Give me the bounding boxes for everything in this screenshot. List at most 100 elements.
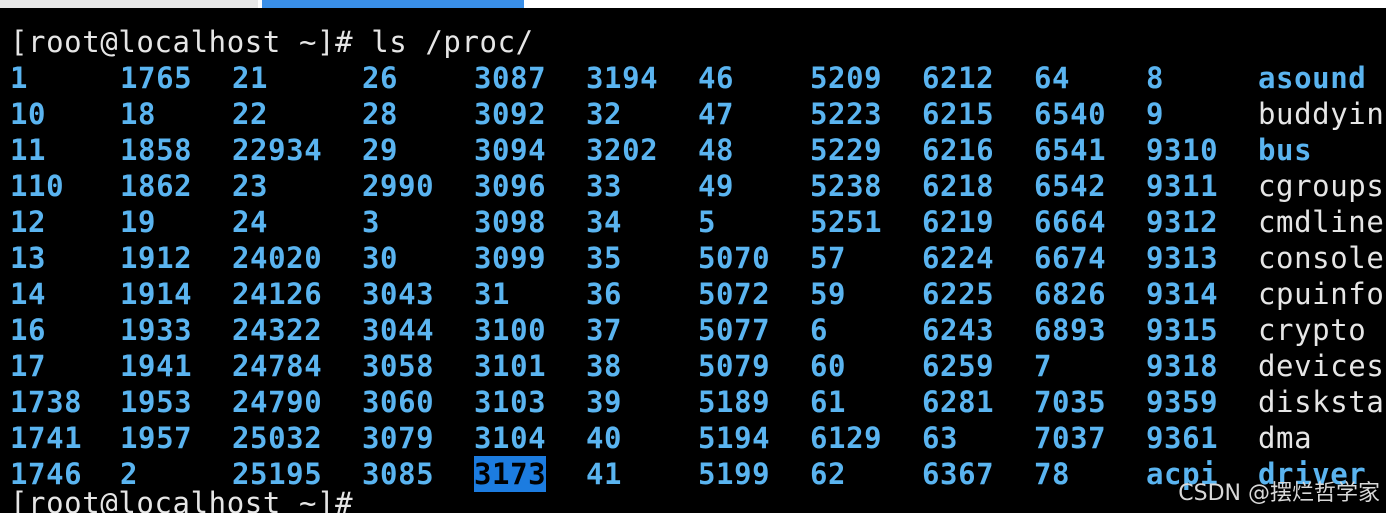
directory-entry: 6216 xyxy=(922,133,995,167)
directory-entry: 6540 xyxy=(1034,97,1107,131)
directory-entry: 9313 xyxy=(1146,241,1219,275)
directory-entry: 9311 xyxy=(1146,169,1219,203)
directory-entry: 12 xyxy=(10,205,47,239)
directory-entry: 64 xyxy=(1034,61,1071,95)
directory-entry: 24784 xyxy=(232,349,323,383)
directory-entry: 1953 xyxy=(120,385,193,419)
directory-entry: 34 xyxy=(586,205,623,239)
file-entry: cpuinfo xyxy=(1258,277,1385,311)
directory-entry: 3098 xyxy=(474,205,547,239)
window-tab-strip xyxy=(0,0,1386,8)
directory-entry: 3099 xyxy=(474,241,547,275)
directory-entry: 41 xyxy=(586,457,623,491)
directory-entry: 1941 xyxy=(120,349,193,383)
directory-entry: asound xyxy=(1258,61,1367,95)
directory-entry: 5 xyxy=(698,205,717,239)
directory-entry: 6281 xyxy=(922,385,995,419)
directory-entry: 16 xyxy=(10,313,47,347)
directory-entry: 9310 xyxy=(1146,133,1219,167)
directory-entry: 6259 xyxy=(922,349,995,383)
directory-entry: 7037 xyxy=(1034,421,1107,455)
directory-entry: 39 xyxy=(586,385,623,419)
file-entry: dma xyxy=(1258,421,1313,455)
directory-entry: 25032 xyxy=(232,421,323,455)
directory-entry: 35 xyxy=(586,241,623,275)
directory-entry: 6664 xyxy=(1034,205,1107,239)
directory-entry: 29 xyxy=(362,133,399,167)
directory-entry: 38 xyxy=(586,349,623,383)
directory-entry: 60 xyxy=(810,349,847,383)
directory-entry: 1862 xyxy=(120,169,193,203)
directory-entry: 1912 xyxy=(120,241,193,275)
directory-entry: 9314 xyxy=(1146,277,1219,311)
directory-entry: 5070 xyxy=(698,241,771,275)
directory-entry: 3103 xyxy=(474,385,547,419)
directory-entry: 3173 xyxy=(474,456,547,492)
directory-entry: 24 xyxy=(232,205,269,239)
next-prompt[interactable]: [root@localhost ~]# xyxy=(10,485,371,513)
directory-entry: 14 xyxy=(10,277,47,311)
active-session-tab[interactable] xyxy=(262,0,524,8)
session-tab[interactable] xyxy=(0,0,258,8)
directory-entry: 36 xyxy=(586,277,623,311)
directory-entry: 6212 xyxy=(922,61,995,95)
directory-entry: 3058 xyxy=(362,349,435,383)
directory-entry: 21 xyxy=(232,61,269,95)
directory-entry: 6215 xyxy=(922,97,995,131)
directory-entry: 24020 xyxy=(232,241,323,275)
directory-entry: 5229 xyxy=(810,133,883,167)
directory-entry: 5223 xyxy=(810,97,883,131)
directory-entry: 1 xyxy=(10,61,29,95)
directory-entry: 6541 xyxy=(1034,133,1107,167)
directory-entry: 3079 xyxy=(362,421,435,455)
directory-entry: 28 xyxy=(362,97,399,131)
directory-entry: 1738 xyxy=(10,385,83,419)
directory-entry: 5189 xyxy=(698,385,771,419)
file-entry: crypto xyxy=(1258,313,1367,347)
directory-entry: 9 xyxy=(1146,97,1165,131)
directory-entry: 3043 xyxy=(362,277,435,311)
command-line: [root@localhost ~]# ls /proc/ xyxy=(10,25,534,59)
directory-entry: 62 xyxy=(810,457,847,491)
directory-entry: 5072 xyxy=(698,277,771,311)
directory-entry: 6225 xyxy=(922,277,995,311)
directory-entry: 1765 xyxy=(120,61,193,95)
directory-entry: 5194 xyxy=(698,421,771,455)
directory-entry: 22934 xyxy=(232,133,323,167)
directory-entry: 9359 xyxy=(1146,385,1219,419)
directory-entry: 6129 xyxy=(810,421,883,455)
directory-entry: 6542 xyxy=(1034,169,1107,203)
directory-entry: 48 xyxy=(698,133,735,167)
directory-entry: 1957 xyxy=(120,421,193,455)
directory-entry: 5209 xyxy=(810,61,883,95)
directory-entry: 3060 xyxy=(362,385,435,419)
directory-entry: 6224 xyxy=(922,241,995,275)
directory-entry: 49 xyxy=(698,169,735,203)
directory-entry: 8 xyxy=(1146,61,1165,95)
directory-entry: bus xyxy=(1258,133,1313,167)
directory-entry: 63 xyxy=(922,421,959,455)
directory-entry: 2990 xyxy=(362,169,435,203)
directory-entry: 10 xyxy=(10,97,47,131)
directory-entry: 5199 xyxy=(698,457,771,491)
directory-entry: 3104 xyxy=(474,421,547,455)
directory-entry: 3194 xyxy=(586,61,659,95)
directory-entry: 32 xyxy=(586,97,623,131)
file-entry: disksta xyxy=(1258,385,1385,419)
directory-entry: 37 xyxy=(586,313,623,347)
directory-entry: 7035 xyxy=(1034,385,1107,419)
directory-entry: 3100 xyxy=(474,313,547,347)
directory-entry: 3 xyxy=(362,205,381,239)
directory-entry: 3101 xyxy=(474,349,547,383)
directory-entry: 1741 xyxy=(10,421,83,455)
directory-entry: 57 xyxy=(810,241,847,275)
directory-entry: 5079 xyxy=(698,349,771,383)
directory-entry: 6674 xyxy=(1034,241,1107,275)
directory-entry: 6893 xyxy=(1034,313,1107,347)
directory-entry: 61 xyxy=(810,385,847,419)
file-entry: console xyxy=(1258,241,1385,275)
terminal-window[interactable]: [root@localhost ~]# ls /proc/ 1 1765 21 26 3… xyxy=(0,8,1386,513)
file-entry: cgroups xyxy=(1258,169,1385,203)
directory-entry: 78 xyxy=(1034,457,1071,491)
directory-entry: 18 xyxy=(120,97,157,131)
